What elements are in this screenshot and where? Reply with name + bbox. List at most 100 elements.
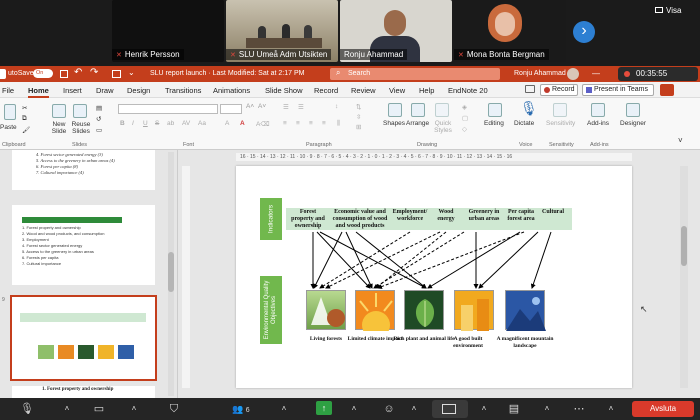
- participant-tile-mona[interactable]: ✕ Mona Bonta Bergman: [454, 0, 566, 62]
- security-shield-icon[interactable]: ⛉: [165, 401, 183, 417]
- dictate-button-label[interactable]: Dictate: [514, 120, 534, 127]
- shapes-button-label[interactable]: Shapes: [383, 120, 405, 127]
- numbering-icon[interactable]: ☰: [298, 103, 304, 111]
- layout-icon[interactable]: ▤: [96, 104, 102, 112]
- reactions-chevron-icon[interactable]: ˄: [405, 401, 423, 417]
- customize-toolbar-icon[interactable]: ⌄: [128, 68, 135, 77]
- bold-icon[interactable]: B: [120, 120, 125, 127]
- editor-scroll-thumb[interactable]: [681, 226, 687, 266]
- italic-icon[interactable]: I: [132, 120, 134, 127]
- slide-thumbnail-selected[interactable]: [10, 295, 157, 381]
- camera-icon[interactable]: ▭: [90, 401, 108, 417]
- participants-chevron-icon[interactable]: ˄: [275, 401, 293, 417]
- present-in-teams-button[interactable]: Present in Teams: [582, 84, 654, 96]
- undo-icon[interactable]: ↶: [74, 67, 82, 78]
- align-left-icon[interactable]: ≡: [283, 120, 287, 127]
- search-box[interactable]: ⌕ Search: [330, 68, 500, 80]
- notes-chevron-icon[interactable]: ˄: [538, 401, 556, 417]
- format-painter-icon[interactable]: 🖌: [22, 126, 30, 134]
- sensitivity-icon[interactable]: [553, 103, 567, 117]
- align-center-icon[interactable]: ≡: [296, 120, 300, 127]
- shapes-icon[interactable]: [388, 103, 402, 117]
- editing-button-label[interactable]: Editing: [484, 120, 504, 127]
- line-spacing-icon[interactable]: ↕: [335, 103, 338, 110]
- redo-icon[interactable]: ↷: [90, 67, 98, 78]
- reactions-icon[interactable]: ☺: [380, 401, 398, 417]
- reuse-slides-button-label[interactable]: Reuse Slides: [70, 121, 92, 135]
- shadow-icon[interactable]: ab: [167, 120, 174, 127]
- present-from-start-icon[interactable]: [112, 70, 121, 78]
- tab-transitions[interactable]: Transitions: [165, 86, 201, 95]
- share-screen-button[interactable]: ↑: [316, 401, 332, 415]
- underline-icon[interactable]: U: [143, 120, 148, 127]
- autosave-toggle[interactable]: On: [33, 69, 53, 78]
- tab-help[interactable]: Help: [419, 86, 434, 95]
- participant-tile-slu[interactable]: ✕ SLU Umeå Adm Utsikten: [226, 0, 338, 62]
- align-right-icon[interactable]: ≡: [309, 120, 313, 127]
- tab-review[interactable]: Review: [351, 86, 376, 95]
- designer-button-label[interactable]: Designer: [620, 120, 646, 127]
- share-chevron-icon[interactable]: ˄: [345, 401, 363, 417]
- grow-font-icon[interactable]: A˄: [246, 103, 254, 110]
- char-spacing-icon[interactable]: AV: [182, 120, 190, 127]
- tab-animations[interactable]: Animations: [213, 86, 250, 95]
- scrollbar-thumb[interactable]: [168, 252, 174, 292]
- minimize-icon[interactable]: —: [592, 69, 600, 78]
- cut-icon[interactable]: ✂: [22, 104, 27, 112]
- share-icon[interactable]: [660, 84, 674, 96]
- add-ins-button-label[interactable]: Add-ins: [587, 120, 609, 127]
- slide-canvas[interactable]: Indicators Forest property and ownership…: [236, 166, 632, 388]
- mic-options-chevron-icon[interactable]: ˄: [58, 401, 76, 417]
- slide-thumbnail[interactable]: 1. Forest property and ownership 2. Wood…: [12, 205, 155, 285]
- more-chevron-icon[interactable]: ˄: [602, 401, 620, 417]
- participants-button[interactable]: 👥 6: [232, 401, 250, 417]
- shape-effects-icon[interactable]: ◇: [462, 125, 467, 133]
- font-size-select[interactable]: [220, 104, 242, 114]
- justify-icon[interactable]: ≡: [322, 120, 326, 127]
- align-text-icon[interactable]: ⇳: [356, 113, 361, 121]
- tab-slide-show[interactable]: Slide Show: [265, 86, 303, 95]
- quick-styles-button-label[interactable]: Quick Styles: [432, 120, 454, 134]
- tab-file[interactable]: File: [2, 86, 14, 95]
- thumbnail-scrollbar[interactable]: [168, 152, 174, 396]
- microphone-icon[interactable]: 🎙: [520, 100, 538, 117]
- camera-options-chevron-icon[interactable]: ˄: [125, 401, 143, 417]
- copy-icon[interactable]: ⧉: [22, 115, 27, 123]
- reset-icon[interactable]: ↺: [96, 115, 101, 123]
- add-ins-icon[interactable]: [591, 103, 605, 117]
- arrange-icon[interactable]: [411, 103, 425, 117]
- paste-icon[interactable]: [4, 104, 16, 120]
- font-color-icon[interactable]: A: [240, 120, 245, 127]
- avatar[interactable]: [567, 68, 579, 80]
- designer-icon[interactable]: [626, 103, 640, 117]
- tab-record[interactable]: Record: [314, 86, 338, 95]
- notes-icon[interactable]: ▤: [505, 401, 523, 417]
- strikethrough-icon[interactable]: S: [155, 120, 159, 127]
- bullets-icon[interactable]: ☰: [283, 103, 289, 111]
- editor-scrollbar[interactable]: [680, 166, 688, 388]
- editing-icon[interactable]: [488, 103, 502, 117]
- record-button[interactable]: Record: [540, 84, 578, 96]
- next-participants-button[interactable]: ›: [573, 21, 595, 43]
- paste-button-label[interactable]: Paste: [0, 124, 17, 131]
- slide-thumbnail[interactable]: 1. Forest property and ownership: [12, 386, 155, 398]
- shape-outline-icon[interactable]: ▢: [462, 114, 468, 122]
- font-name-select[interactable]: [118, 104, 218, 114]
- comments-icon[interactable]: [525, 85, 535, 93]
- participant-tile-henrik[interactable]: ✕ Henrik Persson: [112, 0, 224, 62]
- new-slide-button-label[interactable]: New Slide: [48, 121, 70, 135]
- sensitivity-button-label[interactable]: Sensitivity: [546, 120, 575, 127]
- tab-home[interactable]: Home: [28, 86, 49, 98]
- view-button[interactable]: Visa: [655, 6, 681, 15]
- tab-view[interactable]: View: [389, 86, 405, 95]
- tab-design[interactable]: Design: [127, 86, 150, 95]
- leave-meeting-button[interactable]: Avsluta: [632, 401, 694, 417]
- mute-mic-icon[interactable]: 🎙: [18, 401, 36, 417]
- tab-endnote[interactable]: EndNote 20: [448, 86, 488, 95]
- participant-tile-ronju[interactable]: Ronju Ahammad: [340, 0, 452, 62]
- highlight-icon[interactable]: A: [225, 120, 229, 127]
- slide-thumbnail[interactable]: 4. Forest sector generated energy (3) 5.…: [12, 150, 155, 190]
- new-slide-icon[interactable]: [52, 104, 66, 118]
- tab-draw[interactable]: Draw: [96, 86, 114, 95]
- more-options-icon[interactable]: ⋯: [570, 401, 588, 417]
